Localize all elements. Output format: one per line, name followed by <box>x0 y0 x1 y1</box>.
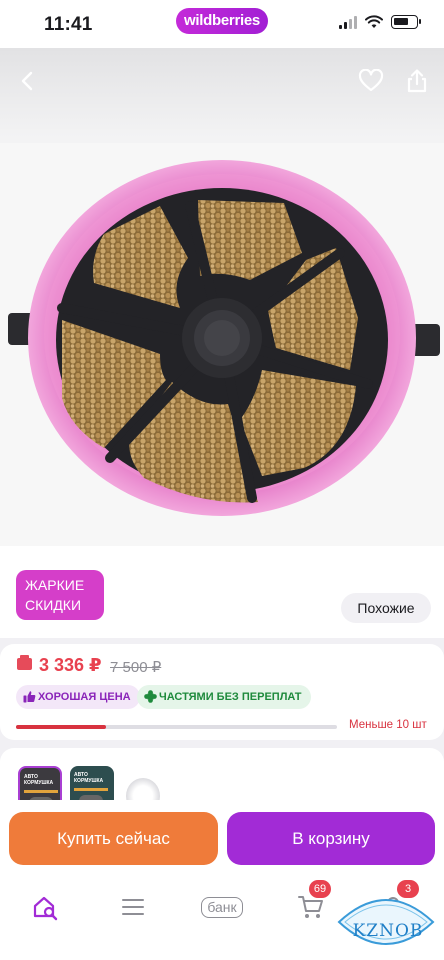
battery-icon <box>391 15 421 29</box>
add-to-cart-button[interactable]: В корзину <box>227 812 435 865</box>
puzzle-icon <box>144 690 157 703</box>
good-price-label: ХОРОШАЯ ЦЕНА <box>38 691 131 703</box>
product-screen: 11:41 wildberries ЖАРКИЕ СКИДКИ Похожие … <box>0 0 444 960</box>
back-button[interactable] <box>8 62 46 100</box>
watermark-text: KZNOB <box>352 921 424 941</box>
share-button[interactable] <box>398 62 436 100</box>
variant-2-label: АВТО КОРМУШКА <box>74 772 104 784</box>
home-search-icon <box>33 896 58 921</box>
current-price: 3 336 ₽ <box>39 655 102 675</box>
wifi-icon <box>365 15 383 28</box>
thumbs-up-icon <box>23 691 36 703</box>
product-gallery[interactable] <box>0 48 444 546</box>
purchase-action-bar: Купить сейчас В корзину <box>0 800 444 878</box>
stock-level-bar <box>16 725 337 729</box>
hot-discounts-badge[interactable]: ЖАРКИЕ СКИДКИ <box>16 570 104 620</box>
price-card: 3 336 ₽ 7 500 ₽ ХОРОШАЯ ЦЕНА ЧАСТЯМИ БЕЗ… <box>0 644 444 740</box>
tab-home[interactable] <box>23 886 67 928</box>
buy-now-button[interactable]: Купить сейчас <box>9 812 218 865</box>
stock-label: Меньше 10 шт <box>349 719 427 731</box>
brand-logo[interactable]: wildberries <box>176 8 268 34</box>
installments-chip[interactable]: ЧАСТЯМИ БЕЗ ПЕРЕПЛАТ <box>137 685 311 709</box>
good-price-chip[interactable]: ХОРОШАЯ ЦЕНА <box>16 685 140 709</box>
bank-label: банк <box>201 896 243 918</box>
stock-level-fill <box>16 725 106 729</box>
hot-badge-line1: ЖАРКИЕ <box>25 577 85 593</box>
installments-label: ЧАСТЯМИ БЕЗ ПЕРЕПЛАТ <box>159 691 302 703</box>
similar-products-button[interactable]: Похожие <box>341 593 431 623</box>
tab-bank[interactable]: банк <box>193 886 251 928</box>
favorite-button[interactable] <box>352 62 390 100</box>
tab-catalog[interactable] <box>111 886 155 928</box>
tab-cart[interactable]: 69 <box>289 880 333 928</box>
back-arrow-icon <box>21 71 33 91</box>
hot-badge-line2: СКИДКИ <box>25 597 82 613</box>
menu-icon <box>122 899 144 915</box>
old-price: 7 500 ₽ <box>110 659 162 676</box>
wallet-icon <box>17 655 32 670</box>
status-time: 11:41 <box>44 14 93 35</box>
status-icons <box>339 15 421 29</box>
cellular-signal-icon <box>339 15 357 29</box>
variant-1-label: АВТО КОРМУШКА <box>24 774 54 786</box>
cart-count-badge: 69 <box>309 880 331 898</box>
promo-row: ЖАРКИЕ СКИДКИ Похожие <box>0 546 444 638</box>
product-image <box>8 160 440 516</box>
share-icon <box>407 69 427 93</box>
status-bar: 11:41 wildberries <box>0 0 444 48</box>
heart-icon <box>358 69 384 92</box>
